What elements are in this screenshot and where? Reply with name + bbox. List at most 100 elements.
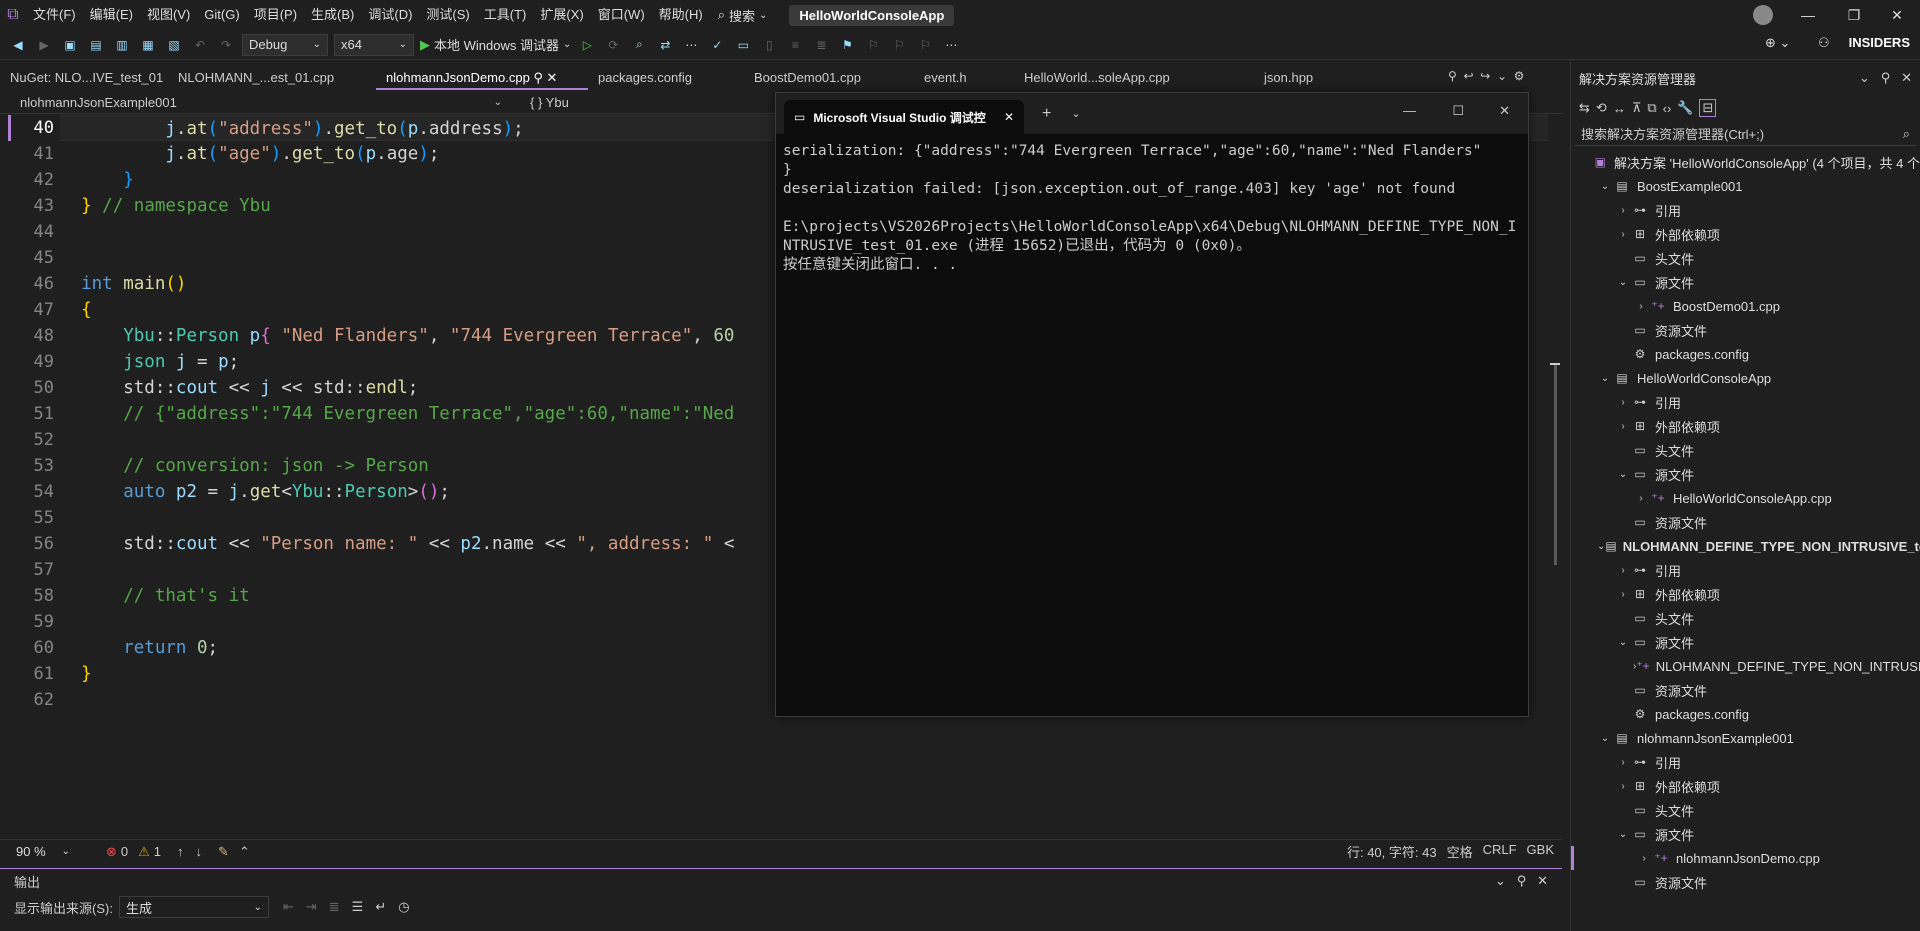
code-view-icon[interactable]: ‹› <box>1663 101 1672 116</box>
new-project-icon[interactable]: ▣ <box>60 35 80 55</box>
show-all-files-icon[interactable]: ⧉ <box>1647 100 1656 116</box>
tree-node[interactable]: ⌄ ▭ 源文件 <box>1571 270 1920 294</box>
menu-item[interactable]: 项目(P) <box>247 0 304 30</box>
editor-scrollbar[interactable] <box>1548 115 1562 839</box>
pin-icon[interactable]: ⚲ <box>1448 69 1457 83</box>
tree-node[interactable]: › ⊞ 外部依赖项 <box>1571 222 1920 246</box>
scope-dropdown[interactable]: { } Ybu <box>510 95 569 110</box>
tree-node[interactable]: ⌄ ▭ 源文件 <box>1571 462 1920 486</box>
collapse-all-icon[interactable]: ⊼ <box>1632 100 1642 116</box>
chevron-right-icon[interactable]: › <box>1615 757 1631 768</box>
platform-select[interactable]: x64 ⌄ <box>334 33 414 56</box>
tree-node[interactable]: ⌄ ▭ 源文件 <box>1571 630 1920 654</box>
chevron-right-icon[interactable]: › <box>1615 229 1631 240</box>
tree-node[interactable]: ▭ 头文件 <box>1571 246 1920 270</box>
next-bookmark-icon[interactable]: ⚐ <box>889 35 909 55</box>
switch-views-icon[interactable]: ⇆ <box>1579 100 1590 116</box>
chevron-down-icon[interactable]: ⌄ <box>1597 181 1613 192</box>
error-icon[interactable]: ⊗ <box>106 844 117 860</box>
redo-icon[interactable]: ↷ <box>216 35 236 55</box>
chevron-down-icon[interactable]: ⌄ <box>1597 733 1613 744</box>
start-debugging-button[interactable]: ▶ 本地 Windows 调试器 ⌄ <box>420 35 571 54</box>
account-avatar[interactable] <box>1740 0 1786 30</box>
uncomment-icon[interactable]: ▯ <box>759 35 779 55</box>
copilot-icon[interactable]: ⊕ ⌄ <box>1765 35 1790 51</box>
undo-close-icon[interactable]: ↩ <box>1463 69 1473 83</box>
find-message-icon[interactable]: ≣ <box>329 899 340 915</box>
document-tab[interactable]: json.hpp <box>1254 66 1344 90</box>
prev-bookmark-icon[interactable]: ⚐ <box>863 35 883 55</box>
tree-node[interactable]: ▭ 头文件 <box>1571 798 1920 822</box>
tree-node[interactable]: › ⊶ 引用 <box>1571 558 1920 582</box>
close-icon[interactable]: ✕ <box>1499 103 1510 119</box>
save-all-icon[interactable]: ▧ <box>164 35 184 55</box>
clear-bookmarks-icon[interactable]: ⚐ <box>915 35 935 55</box>
chevron-right-icon[interactable]: › <box>1633 301 1649 312</box>
document-tab[interactable]: packages.config <box>588 66 744 90</box>
chevron-down-icon[interactable]: ⌄ <box>1495 873 1506 888</box>
comment-icon[interactable]: ▭ <box>733 35 753 55</box>
debug-console-window[interactable]: ▭ Microsoft Visual Studio 调试控 ✕ + ⌄ — ☐ … <box>775 92 1529 717</box>
line-ending[interactable]: CRLF <box>1483 842 1517 861</box>
close-tab-icon[interactable]: ⚲ ✕ <box>530 70 557 85</box>
word-wrap-icon[interactable]: ↵ <box>375 899 386 915</box>
tree-node[interactable]: › ⁺+ HelloWorldConsoleApp.cpp <box>1571 486 1920 510</box>
project-dropdown[interactable]: nlohmannJsonExample001 ⌄ <box>0 95 510 110</box>
tree-node[interactable]: › ⊶ 引用 <box>1571 198 1920 222</box>
output-source-select[interactable]: 生成 ⌄ <box>118 896 269 918</box>
overflow-icon[interactable]: ⋯ <box>681 35 701 55</box>
tree-node[interactable]: › ⁺+ NLOHMANN_DEFINE_TYPE_NON_INTRUSIVE <box>1571 654 1920 678</box>
preview-selected-icon[interactable]: ⊟ <box>1699 99 1717 117</box>
cursor-position[interactable]: 行: 40, 字符: 43 <box>1347 842 1437 861</box>
menu-item[interactable]: 窗口(W) <box>591 0 652 30</box>
start-without-debugging-icon[interactable]: ▷ <box>577 35 597 55</box>
chevron-right-icon[interactable]: › <box>1636 853 1652 864</box>
prev-message-icon[interactable]: ⇤ <box>283 899 294 915</box>
chevron-down-icon[interactable]: ⌄ <box>1597 541 1605 552</box>
tree-node[interactable]: ⌄ ▤ nlohmannJsonExample001 <box>1571 726 1920 750</box>
undo-icon[interactable]: ↶ <box>190 35 210 55</box>
chevron-right-icon[interactable]: › <box>1615 205 1631 216</box>
menu-item[interactable]: 文件(F) <box>26 0 83 30</box>
menu-item[interactable]: 帮助(H) <box>652 0 710 30</box>
chevron-down-icon[interactable]: ⌄ <box>1615 469 1631 480</box>
close-tab-icon[interactable]: ✕ <box>1004 110 1014 124</box>
tree-node[interactable]: ⌄ ▤ BoostExample001 <box>1571 174 1920 198</box>
document-tab[interactable]: HelloWorld...soleApp.cpp <box>1014 66 1254 90</box>
tree-node[interactable]: ⚙ packages.config <box>1571 702 1920 726</box>
redo-icon[interactable]: ↪ <box>1480 69 1490 83</box>
properties-icon[interactable]: 🔧 <box>1677 100 1693 116</box>
tree-node[interactable]: › ⊞ 外部依赖项 <box>1571 414 1920 438</box>
tree-node[interactable]: ⌄ ▤ NLOHMANN_DEFINE_TYPE_NON_INTRUSIVE_te <box>1571 534 1920 558</box>
chevron-down-icon[interactable]: ⌄ <box>1071 107 1080 120</box>
pending-changes-icon[interactable]: ⟲ <box>1596 100 1607 116</box>
tree-node[interactable]: › ⊶ 引用 <box>1571 390 1920 414</box>
close-icon[interactable]: ✕ <box>1874 0 1920 30</box>
chevron-right-icon[interactable]: › <box>1633 493 1649 504</box>
menu-item[interactable]: 扩展(X) <box>533 0 590 30</box>
live-share-icon[interactable]: ⚇ <box>1818 35 1830 51</box>
warning-icon[interactable]: ⚠ <box>138 844 150 860</box>
restore-icon[interactable]: ❐ <box>1831 0 1877 30</box>
back-navigate-icon[interactable]: ◀ <box>8 35 28 55</box>
new-tab-icon[interactable]: + <box>1042 105 1051 123</box>
save-icon[interactable]: ▦ <box>138 35 158 55</box>
prev-issue-icon[interactable]: ↑ <box>177 844 184 859</box>
tree-node[interactable]: › ⊞ 外部依赖项 <box>1571 774 1920 798</box>
open-icon[interactable]: ▥ <box>112 35 132 55</box>
chevron-right-icon[interactable]: › <box>1615 397 1631 408</box>
browser-link-icon[interactable]: ⇄ <box>655 35 675 55</box>
overflow-icon[interactable]: ⋯ <box>941 35 961 55</box>
indent-icon[interactable]: ≡ <box>785 35 805 55</box>
document-tab[interactable]: BoostDemo01.cpp <box>744 66 914 90</box>
tree-node[interactable]: ▣ 解决方案 'HelloWorldConsoleApp' (4 个项目，共 4 … <box>1571 150 1920 174</box>
tree-node[interactable]: ⌄ ▭ 源文件 <box>1571 822 1920 846</box>
chevron-right-icon[interactable]: › <box>1615 565 1631 576</box>
solution-search-input[interactable]: 搜索解决方案资源管理器(Ctrl+;) ⌕ <box>1575 122 1916 146</box>
search-button[interactable]: ⌕ 搜索 ⌄ <box>710 6 776 25</box>
close-icon[interactable]: ✕ <box>1537 873 1548 888</box>
document-tab[interactable]: event.h <box>914 66 1014 90</box>
maximize-icon[interactable]: ☐ <box>1452 103 1464 119</box>
tab-list-icon[interactable]: ⌄ <box>1497 69 1507 83</box>
tree-node[interactable]: ▭ 资源文件 <box>1571 510 1920 534</box>
